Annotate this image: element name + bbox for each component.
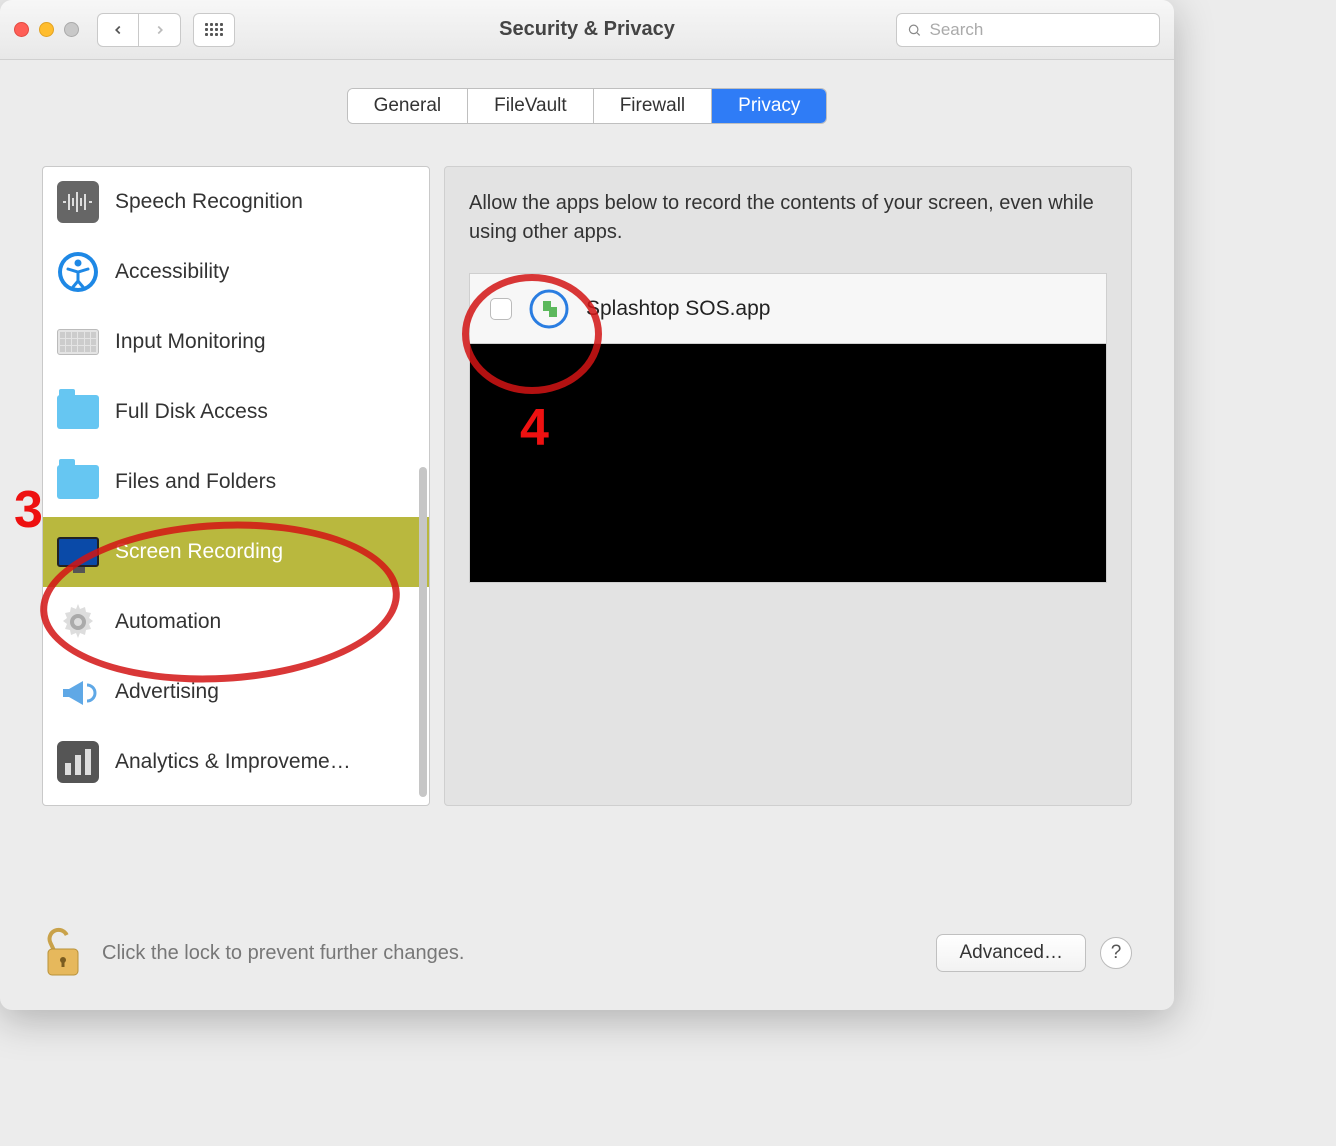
sidebar-item-label: Files and Folders <box>115 470 276 494</box>
show-all-button[interactable] <box>193 13 235 47</box>
sidebar-scrollbar[interactable] <box>419 467 427 797</box>
megaphone-icon <box>57 671 99 713</box>
folder-icon <box>57 391 99 433</box>
search-field[interactable] <box>896 13 1160 47</box>
sidebar-item-label: Advertising <box>115 680 219 704</box>
preferences-window: Security & Privacy General FileVault Fir… <box>0 0 1174 1010</box>
sidebar-item-input-monitoring[interactable]: Input Monitoring <box>43 307 429 377</box>
tab-label: General <box>374 95 442 117</box>
splashtop-app-icon <box>528 288 570 330</box>
lock-text: Click the lock to prevent further change… <box>102 942 464 965</box>
tab-filevault[interactable]: FileVault <box>468 89 594 123</box>
chevron-left-icon <box>111 23 125 37</box>
sidebar-item-files-and-folders[interactable]: Files and Folders <box>43 447 429 517</box>
keyboard-icon <box>57 321 99 363</box>
sidebar-item-screen-recording[interactable]: Screen Recording <box>43 517 429 587</box>
sidebar-item-label: Input Monitoring <box>115 330 266 354</box>
privacy-category-list[interactable]: Speech Recognition Accessibility Input M… <box>42 166 430 806</box>
sidebar-item-automation[interactable]: Automation <box>43 587 429 657</box>
advanced-button[interactable]: Advanced… <box>936 934 1086 972</box>
tab-general[interactable]: General <box>348 89 469 123</box>
content-area: Speech Recognition Accessibility Input M… <box>0 124 1174 826</box>
detail-panel: Allow the apps below to record the conte… <box>444 166 1132 806</box>
tabs-row: General FileVault Firewall Privacy <box>0 60 1174 124</box>
tab-label: FileVault <box>494 95 567 117</box>
tabs: General FileVault Firewall Privacy <box>347 88 828 124</box>
app-list[interactable]: Splashtop SOS.app <box>469 273 1107 583</box>
zoom-window-button[interactable] <box>64 22 79 37</box>
close-window-button[interactable] <box>14 22 29 37</box>
sidebar-item-label: Full Disk Access <box>115 400 268 424</box>
traffic-lights <box>14 22 79 37</box>
app-name-label: Splashtop SOS.app <box>586 297 770 321</box>
chevron-right-icon <box>153 23 167 37</box>
lock-area[interactable]: Click the lock to prevent further change… <box>42 927 464 979</box>
sidebar-item-full-disk-access[interactable]: Full Disk Access <box>43 377 429 447</box>
app-row[interactable]: Splashtop SOS.app <box>470 274 1106 344</box>
sidebar-item-label: Accessibility <box>115 260 229 284</box>
grid-icon <box>205 23 223 36</box>
waveform-icon <box>57 181 99 223</box>
search-icon <box>907 22 922 38</box>
back-button[interactable] <box>97 13 139 47</box>
sidebar-item-label: Screen Recording <box>115 540 283 564</box>
monitor-icon <box>57 531 99 573</box>
tab-firewall[interactable]: Firewall <box>594 89 712 123</box>
unlocked-lock-icon[interactable] <box>42 927 84 979</box>
help-button[interactable]: ? <box>1100 937 1132 969</box>
bar-chart-icon <box>57 741 99 783</box>
tab-label: Firewall <box>620 95 685 117</box>
titlebar: Security & Privacy <box>0 0 1174 60</box>
sidebar-item-speech-recognition[interactable]: Speech Recognition <box>43 167 429 237</box>
tab-privacy[interactable]: Privacy <box>712 89 826 123</box>
tab-label: Privacy <box>738 95 800 117</box>
minimize-window-button[interactable] <box>39 22 54 37</box>
accessibility-icon <box>57 251 99 293</box>
search-input[interactable] <box>930 20 1149 40</box>
sidebar-item-analytics[interactable]: Analytics & Improveme… <box>43 727 429 797</box>
bottom-bar: Click the lock to prevent further change… <box>0 896 1174 1010</box>
sidebar-item-accessibility[interactable]: Accessibility <box>43 237 429 307</box>
gear-icon <box>57 601 99 643</box>
forward-button[interactable] <box>139 13 181 47</box>
folder-icon <box>57 461 99 503</box>
sidebar-item-label: Automation <box>115 610 221 634</box>
app-checkbox[interactable] <box>490 298 512 320</box>
nav-buttons <box>97 13 181 47</box>
sidebar-item-advertising[interactable]: Advertising <box>43 657 429 727</box>
sidebar-item-label: Analytics & Improveme… <box>115 750 351 774</box>
panel-description: Allow the apps below to record the conte… <box>469 189 1107 247</box>
sidebar-item-label: Speech Recognition <box>115 190 303 214</box>
